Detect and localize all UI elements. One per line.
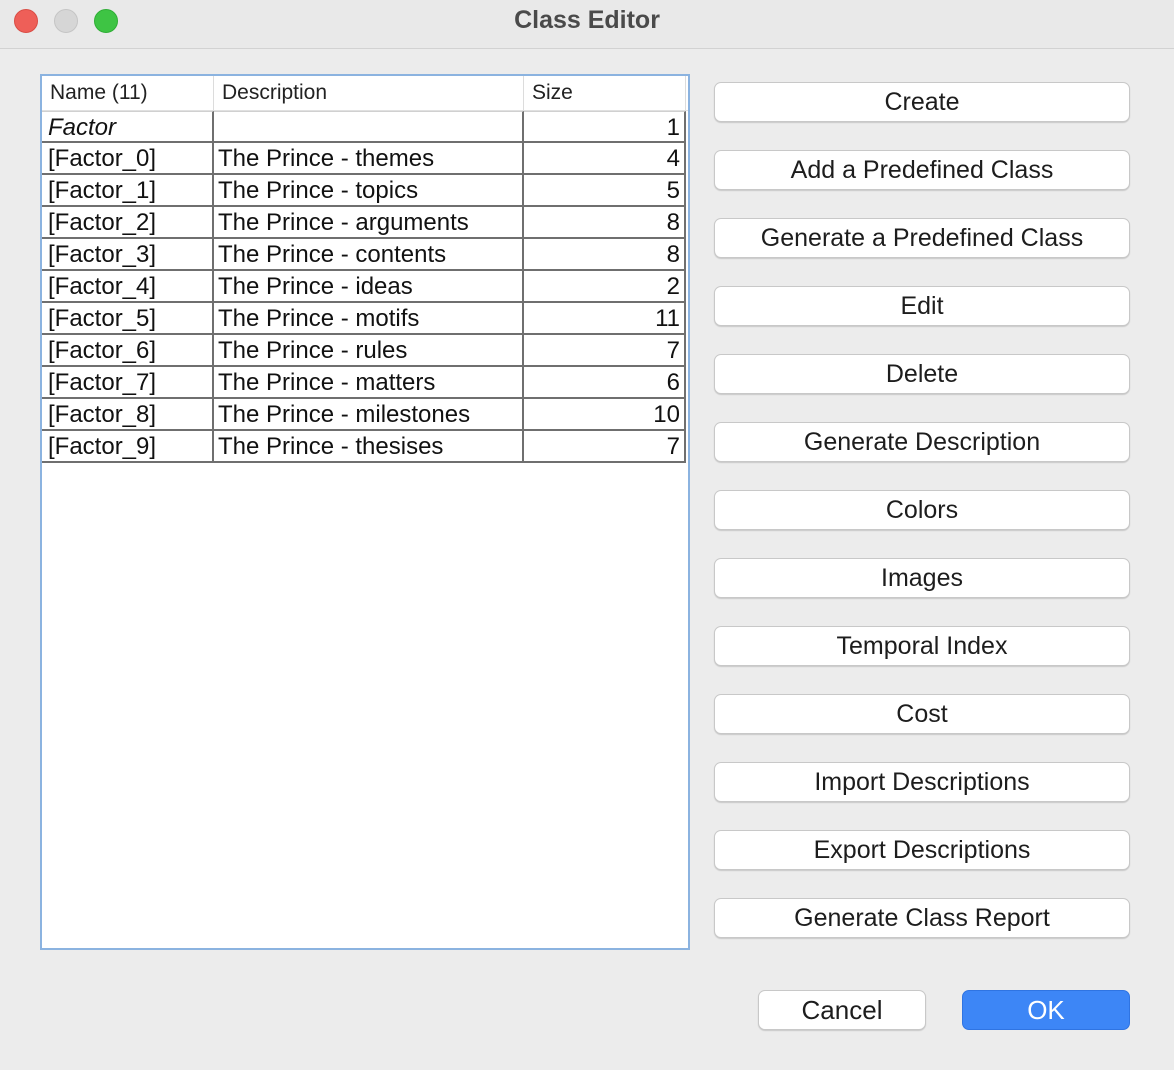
cell-size[interactable]: 2 — [524, 271, 686, 303]
cell-description[interactable]: The Prince - milestones — [214, 399, 524, 431]
temporal-index-button[interactable]: Temporal Index — [714, 626, 1130, 666]
cell-name[interactable]: [Factor_5] — [42, 303, 214, 335]
cell-description[interactable] — [214, 111, 524, 143]
cell-size[interactable]: 10 — [524, 399, 686, 431]
generate-description-button[interactable]: Generate Description — [714, 422, 1130, 462]
cell-description[interactable]: The Prince - themes — [214, 143, 524, 175]
table-row[interactable]: [Factor_3] The Prince - contents 8 — [42, 239, 686, 271]
cell-size[interactable]: 7 — [524, 335, 686, 367]
cell-size[interactable]: 11 — [524, 303, 686, 335]
edit-button[interactable]: Edit — [714, 286, 1130, 326]
table-header: Name (11) Description Size — [42, 76, 688, 111]
cell-name[interactable]: [Factor_9] — [42, 431, 214, 463]
table-row[interactable]: [Factor_1] The Prince - topics 5 — [42, 175, 686, 207]
column-header-name[interactable]: Name (11) — [42, 76, 214, 110]
colors-button[interactable]: Colors — [714, 490, 1130, 530]
table-row[interactable]: Factor 1 — [42, 111, 686, 143]
cell-size[interactable]: 7 — [524, 431, 686, 463]
table-row[interactable]: [Factor_9] The Prince - thesises 7 — [42, 431, 686, 463]
cell-description[interactable]: The Prince - thesises — [214, 431, 524, 463]
cell-size[interactable]: 4 — [524, 143, 686, 175]
generate-class-report-button[interactable]: Generate Class Report — [714, 898, 1130, 938]
cell-description[interactable]: The Prince - contents — [214, 239, 524, 271]
cell-name[interactable]: [Factor_7] — [42, 367, 214, 399]
cell-size[interactable]: 8 — [524, 207, 686, 239]
table-body: Factor 1 [Factor_0] The Prince - themes … — [42, 111, 686, 463]
cell-name[interactable]: [Factor_8] — [42, 399, 214, 431]
import-descriptions-button[interactable]: Import Descriptions — [714, 762, 1130, 802]
create-button[interactable]: Create — [714, 82, 1130, 122]
cell-name[interactable]: [Factor_2] — [42, 207, 214, 239]
cell-description[interactable]: The Prince - motifs — [214, 303, 524, 335]
export-descriptions-button[interactable]: Export Descriptions — [714, 830, 1130, 870]
cell-size[interactable]: 8 — [524, 239, 686, 271]
cost-button[interactable]: Cost — [714, 694, 1130, 734]
cell-description[interactable]: The Prince - ideas — [214, 271, 524, 303]
generate-predefined-class-button[interactable]: Generate a Predefined Class — [714, 218, 1130, 258]
cell-description[interactable]: The Prince - matters — [214, 367, 524, 399]
column-header-size[interactable]: Size — [524, 76, 686, 110]
cell-size[interactable]: 6 — [524, 367, 686, 399]
cell-name[interactable]: Factor — [42, 111, 214, 143]
cell-name[interactable]: [Factor_6] — [42, 335, 214, 367]
table-row[interactable]: [Factor_2] The Prince - arguments 8 — [42, 207, 686, 239]
window-title: Class Editor — [514, 6, 660, 34]
table-row[interactable]: [Factor_4] The Prince - ideas 2 — [42, 271, 686, 303]
add-predefined-class-button[interactable]: Add a Predefined Class — [714, 150, 1130, 190]
cell-name[interactable]: [Factor_4] — [42, 271, 214, 303]
column-header-description[interactable]: Description — [214, 76, 524, 110]
cell-description[interactable]: The Prince - rules — [214, 335, 524, 367]
cell-size[interactable]: 1 — [524, 111, 686, 143]
cell-description[interactable]: The Prince - arguments — [214, 207, 524, 239]
images-button[interactable]: Images — [714, 558, 1130, 598]
cell-name[interactable]: [Factor_1] — [42, 175, 214, 207]
table-row[interactable]: [Factor_0] The Prince - themes 4 — [42, 143, 686, 175]
delete-button[interactable]: Delete — [714, 354, 1130, 394]
cell-description[interactable]: The Prince - topics — [214, 175, 524, 207]
cell-size[interactable]: 5 — [524, 175, 686, 207]
cancel-button[interactable]: Cancel — [758, 990, 926, 1030]
title-bar: Class Editor — [0, 0, 1174, 49]
table-row[interactable]: [Factor_7] The Prince - matters 6 — [42, 367, 686, 399]
cell-name[interactable]: [Factor_0] — [42, 143, 214, 175]
cell-name[interactable]: [Factor_3] — [42, 239, 214, 271]
ok-button[interactable]: OK — [962, 990, 1130, 1030]
table-row[interactable]: [Factor_6] The Prince - rules 7 — [42, 335, 686, 367]
table-row[interactable]: [Factor_8] The Prince - milestones 10 — [42, 399, 686, 431]
class-table[interactable]: Name (11) Description Size Factor 1 [Fac… — [40, 74, 690, 950]
table-row[interactable]: [Factor_5] The Prince - motifs 11 — [42, 303, 686, 335]
